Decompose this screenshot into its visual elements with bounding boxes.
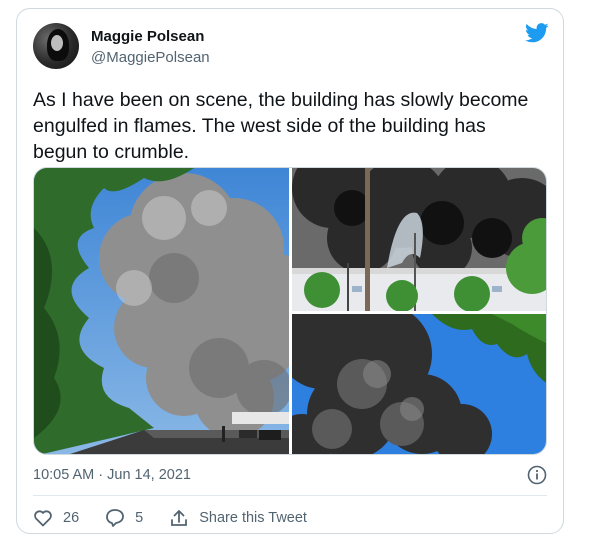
tweet-card[interactable]: Maggie Polsean @MaggiePolsean As I have … [16,8,564,534]
heart-icon [34,510,52,527]
photo-water-spray[interactable] [292,168,546,311]
reply-count: 5 [135,510,144,526]
divider [33,495,547,496]
share-label: Share this Tweet [199,510,307,526]
tweet-timestamp[interactable]: 10:05 AM · Jun 14, 2021 [33,467,191,483]
like-button[interactable]: 26 [33,509,79,527]
tweet-text: As I have been on scene, the building ha… [33,89,529,163]
twitter-bird-icon[interactable] [525,23,549,43]
photo-smoke-sky[interactable] [292,314,546,454]
tweet-media-grid [33,167,547,455]
photo-smoke-road[interactable] [34,168,289,454]
share-button[interactable]: Share this Tweet [169,508,307,528]
info-icon[interactable] [527,465,547,485]
tweet-actions: 26 5 Share this Tweet [33,507,333,529]
like-count: 26 [63,510,80,526]
reply-icon [106,509,125,527]
author-handle[interactable]: @MaggiePolsean [91,49,210,66]
share-icon [171,510,188,526]
author-name[interactable]: Maggie Polsean [91,28,204,45]
reply-button[interactable]: 5 [105,508,143,528]
avatar[interactable] [33,23,79,69]
